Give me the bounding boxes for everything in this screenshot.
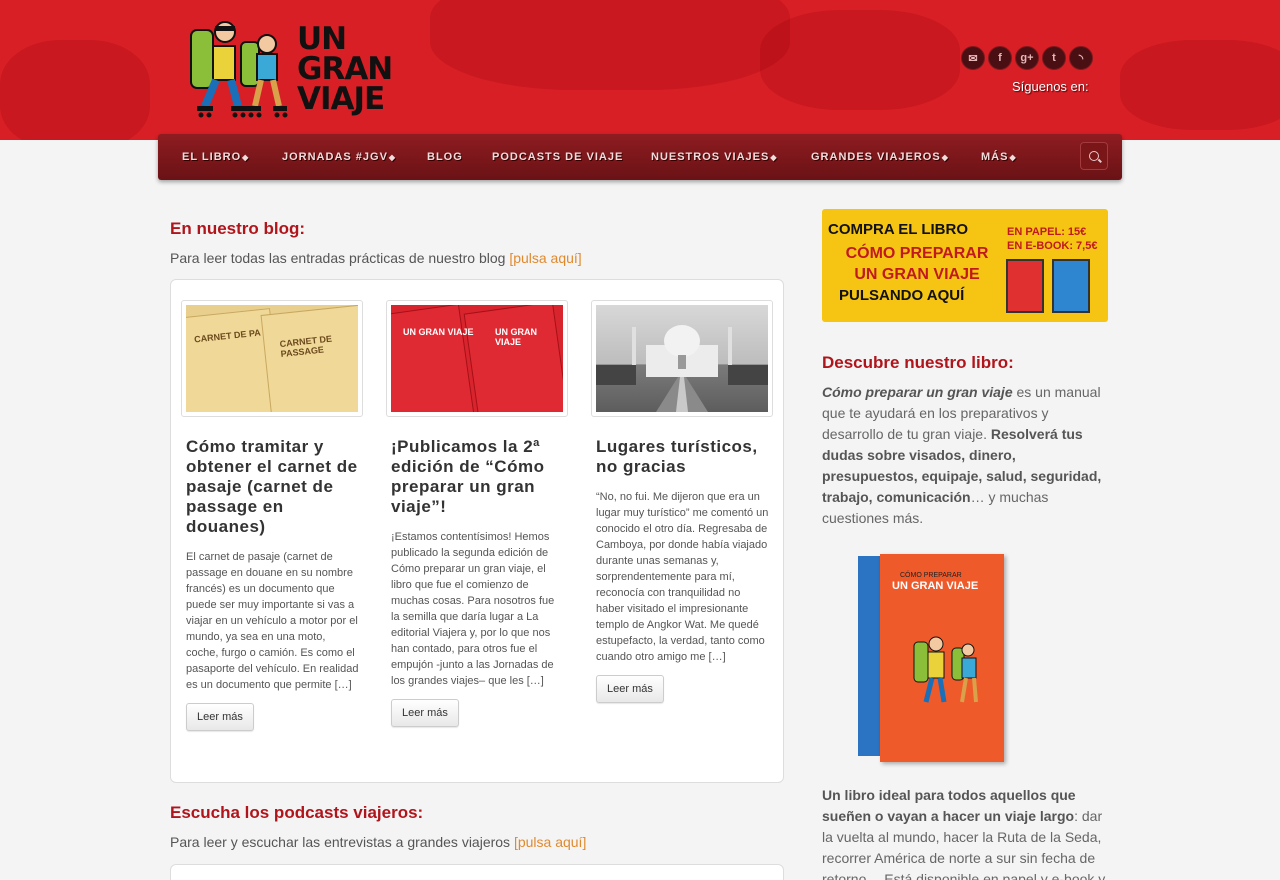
caret-down-icon: ◆ [770,153,778,162]
taj-mahal-drawing [596,325,768,412]
banner-line: PULSANDO AQUÍ [839,287,965,304]
podcast-link[interactable]: [pulsa aquí] [514,834,586,850]
nav-item-nuestros-viajes[interactable]: NUESTROS VIAJES◆ [651,151,777,163]
podcast-intro-text: Para leer y escuchar las entrevistas a g… [170,834,514,850]
banner-book-title: CÓMO PREPARAR UN GRAN VIAJE [845,245,989,283]
caret-down-icon: ◆ [941,153,949,162]
facebook-icon[interactable]: f [988,46,1012,70]
read-more-button[interactable]: Leer más [186,703,254,731]
buy-book-banner[interactable]: COMPRA EL LIBRO CÓMO PREPARAR UN GRAN VI… [822,209,1108,322]
post-thumbnail[interactable]: UN GRAN VIAJE UN GRAN VIAJE [386,300,568,417]
post-thumbnail[interactable]: CARNET DE PA CARNET DE PASSAGE [181,300,363,417]
nav-label: JORNADAS #JGV [282,151,388,163]
banner-line: COMPRA EL LIBRO [828,221,969,238]
pitch-bold: Un libro ideal para todos aquellos que s… [822,787,1076,824]
book-cover-image[interactable]: CÓMO PREPARAR UN GRAN VIAJE [856,552,1006,766]
travelers-illustration [190,21,288,118]
logo-word: VIAJE [297,81,385,117]
cover-illustration [913,636,978,703]
social-links: ✉ f g+ t ◝ [961,46,1093,70]
post-title[interactable]: Lugares turísticos, no gracias [596,437,768,477]
world-map-shape [760,10,960,110]
nav-item-mas[interactable]: MÁS◆ [981,151,1017,163]
logo-word: GRAN [297,51,393,87]
nav-item-blog[interactable]: BLOG [427,151,463,163]
world-map-shape [430,0,790,90]
nav-label: EL LIBRO [182,151,242,163]
podcasts-container [170,864,784,880]
posts-container: CARNET DE PA CARNET DE PASSAGE Cómo tram… [170,279,784,783]
podcast-intro: Para leer y escuchar las entrevistas a g… [170,834,586,850]
follow-label: Síguenos en: [1012,79,1089,94]
book-section-title: Descubre nuestro libro: [822,353,1014,372]
world-map-shape [1120,40,1280,130]
site-logo[interactable]: UN GRAN VIAJE [183,18,393,122]
logo-word: UN [297,21,347,57]
nav-label: PODCASTS DE VIAJE [492,151,624,163]
blog-intro: Para leer todas las entradas prácticas d… [170,250,582,266]
search-icon [1089,151,1099,161]
main-nav: EL LIBRO◆ JORNADAS #JGV◆ BLOG PODCASTS D… [158,134,1122,180]
blog-link[interactable]: [pulsa aquí] [509,250,581,266]
nav-label: BLOG [427,151,463,163]
taj-mahal-image [596,305,768,412]
carnet-image: CARNET DE PA CARNET DE PASSAGE [186,305,358,412]
nav-label: GRANDES VIAJEROS [811,151,941,163]
book-pitch: Un libro ideal para todos aquellos que s… [822,785,1108,880]
nav-label: MÁS [981,151,1009,163]
post-thumbnail[interactable] [591,300,773,417]
nav-item-podcasts[interactable]: PODCASTS DE VIAJE [492,151,623,163]
read-more-button[interactable]: Leer más [596,675,664,703]
email-icon[interactable]: ✉ [961,46,985,70]
book-description: Cómo preparar un gran viaje es un manual… [822,382,1108,529]
nav-item-el-libro[interactable]: EL LIBRO◆ [182,151,249,163]
site-header: UN GRAN VIAJE ✉ f g+ t ◝ Síguenos en: [0,0,1280,140]
caret-down-icon: ◆ [242,153,250,162]
book-thumbnail [1006,259,1044,313]
twitter-icon[interactable]: t [1042,46,1066,70]
nav-label: NUESTROS VIAJES [651,151,770,163]
post-excerpt: “No, no fui. Me dijeron que era un lugar… [596,491,769,663]
logo-wordmark: UN GRAN VIAJE [297,21,393,117]
post-excerpt: ¡Estamos contentísimos! Hemos publicado … [391,531,555,687]
nav-item-jornadas[interactable]: JORNADAS #JGV◆ [282,151,396,163]
search-button[interactable] [1080,142,1108,170]
google-plus-icon[interactable]: g+ [1015,46,1039,70]
blog-section-title: En nuestro blog: [170,219,306,238]
podcast-section-title: Escucha los podcasts viajeros: [170,803,424,822]
books-image: UN GRAN VIAJE UN GRAN VIAJE [391,305,563,412]
post-card: UN GRAN VIAJE UN GRAN VIAJE ¡Publicamos … [386,300,568,727]
nav-item-grandes-viajeros[interactable]: GRANDES VIAJEROS◆ [811,151,949,163]
post-excerpt: El carnet de pasaje (carnet de passage e… [186,551,359,691]
caret-down-icon: ◆ [388,153,397,162]
price-paper: EN PAPEL: 15€ [1007,226,1087,238]
post-card: CARNET DE PA CARNET DE PASSAGE Cómo tram… [181,300,363,731]
post-title[interactable]: ¡Publicamos la 2ª edición de “Cómo prepa… [391,437,563,517]
book-name: Cómo preparar un gran viaje [822,384,1013,400]
post-title[interactable]: Cómo tramitar y obtener el carnet de pas… [186,437,358,537]
book-label: UN GRAN VIAJE [403,327,474,337]
world-map-shape [0,40,150,140]
rss-icon[interactable]: ◝ [1069,46,1093,70]
price-ebook: EN E-BOOK: 7,5€ [1007,240,1098,252]
post-card: Lugares turísticos, no gracias “No, no f… [591,300,773,703]
book-label: UN GRAN VIAJE [495,327,537,347]
caret-down-icon: ◆ [1009,153,1017,162]
read-more-button[interactable]: Leer más [391,699,459,727]
blog-intro-text: Para leer todas las entradas prácticas d… [170,250,510,266]
book-thumbnail [1052,259,1090,313]
